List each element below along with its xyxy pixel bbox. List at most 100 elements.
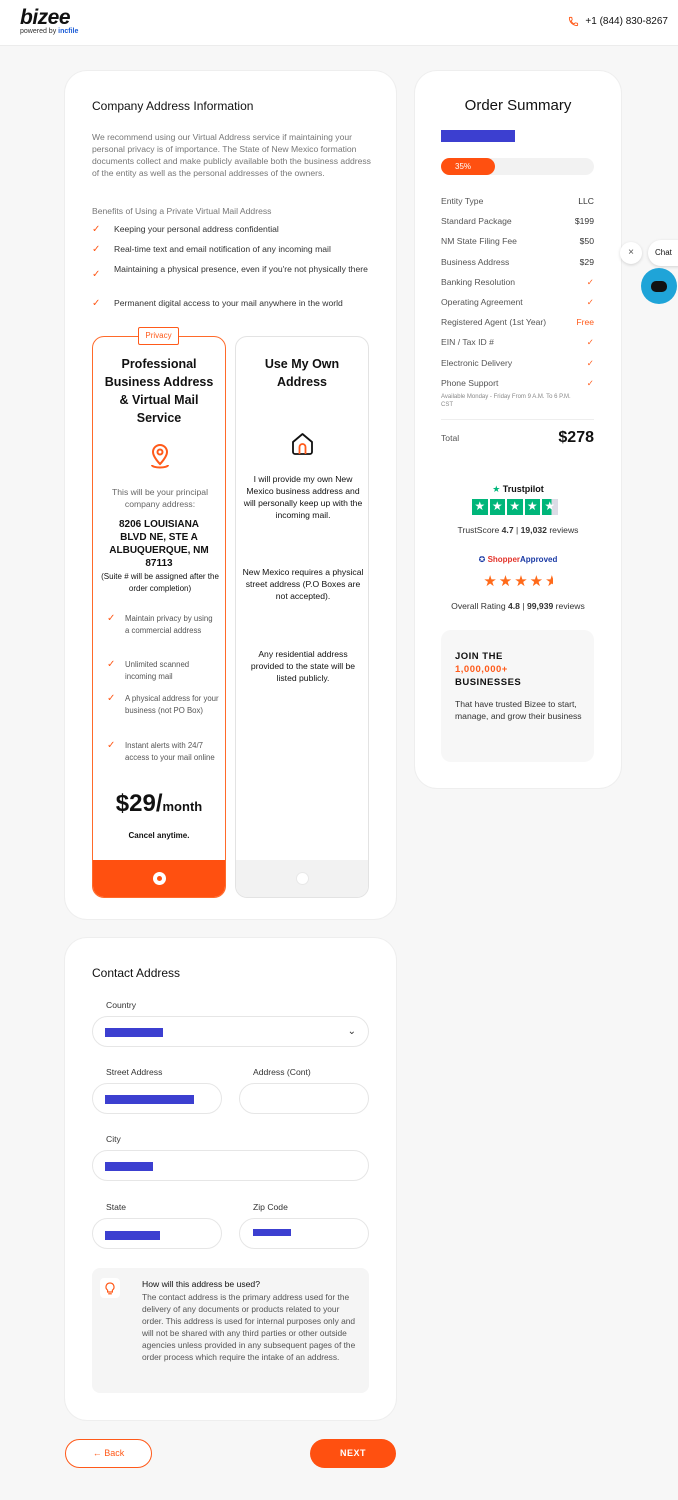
privacy-badge: Privacy — [138, 327, 179, 345]
own-radio[interactable] — [296, 872, 309, 885]
own-address-desc-1: I will provide my own New Mexico busines… — [243, 474, 363, 520]
professional-option-title: Professional Business Address & Virtual … — [104, 357, 214, 425]
own-option-footer[interactable] — [236, 860, 368, 897]
reviews-word: reviews — [549, 525, 579, 535]
benefit-item: ✓ Permanent digital access to your mail a… — [92, 298, 372, 309]
address-cont-input[interactable] — [239, 1083, 369, 1114]
summary-row-label: Business Address — [441, 256, 510, 267]
chevron-down-icon: ⌄ — [347, 1026, 356, 1037]
city-label: City — [106, 1134, 121, 1144]
zip-code-input[interactable] — [239, 1218, 369, 1249]
price-amount: $29/ — [115, 790, 163, 817]
next-button[interactable]: NEXT — [310, 1439, 396, 1468]
check-icon: ✓ — [107, 659, 116, 670]
summary-row-value: $199 — [574, 216, 594, 227]
logo-sub-prefix: powered by — [20, 28, 57, 35]
shopper-approved-logo[interactable]: ✪ ShopperApproved — [415, 555, 621, 564]
overall-rating-text: Overall Rating — [451, 601, 506, 611]
company-address-card: Company Address Information We recommend… — [65, 71, 396, 919]
benefit-item: ✓ Keeping your personal address confident… — [92, 224, 372, 235]
professional-radio[interactable] — [153, 872, 166, 885]
contact-address-title: Contact Address — [92, 966, 181, 980]
progress-bar: 35% — [441, 158, 594, 175]
country-select[interactable]: ⌄ — [92, 1016, 369, 1047]
trust-reviews-count: 19,032 — [520, 525, 547, 535]
summary-row-label: Phone Support — [441, 377, 499, 388]
redacted-zip-value — [253, 1229, 291, 1236]
benefit-item: ✓ Maintaining a physical presence, even i… — [92, 264, 372, 280]
join-line-2: 1,000,000+ — [455, 664, 508, 675]
street-address-label: Street Address — [106, 1067, 163, 1077]
progress-fill: 35% — [441, 158, 495, 175]
professional-option-footer[interactable] — [93, 860, 225, 897]
summary-row: Registered Agent (1st Year) Free — [441, 317, 594, 327]
benefit-text: Maintaining a physical presence, even if… — [114, 264, 368, 274]
shopper-approved-stars: ★★★★★ — [415, 572, 621, 590]
check-icon: ✓ — [92, 244, 101, 255]
price: $29/month — [93, 790, 225, 818]
benefit-text: Permanent digital access to your mail an… — [114, 298, 343, 308]
summary-row-label: Standard Package — [441, 216, 512, 227]
chat-label[interactable]: Chat — [648, 240, 678, 266]
summary-row: Entity Type LLC — [441, 196, 594, 206]
trustpilot-logo[interactable]: ★ Trustpilot — [415, 484, 621, 495]
feature-text: Instant alerts with 24/7 access to your … — [125, 741, 215, 762]
company-address-title: Company Address Information — [92, 99, 254, 113]
hint-text: The contact address is the primary addre… — [142, 1292, 356, 1362]
address-line-1: 8206 LOUISIANA — [118, 519, 200, 530]
site-header: bizee powered by incfile +1 (844) 830-82… — [0, 0, 678, 46]
phone-link[interactable]: +1 (844) 830-8267 — [568, 16, 668, 27]
shopper-word: Shopper — [487, 555, 521, 564]
chat-launcher-button[interactable] — [641, 268, 677, 304]
redacted-state-value — [105, 1231, 160, 1240]
summary-row-label: EIN / Tax ID # — [441, 337, 494, 348]
benefits-title: Benefits of Using a Private Virtual Mail… — [92, 206, 272, 216]
redacted-entity-name — [441, 130, 515, 142]
summary-row-value: LLC — [578, 196, 594, 206]
total-value: $278 — [558, 429, 594, 446]
city-input[interactable] — [92, 1150, 369, 1181]
logo-sub-brand: incfile — [58, 28, 79, 35]
feature-item: ✓ Instant alerts with 24/7 access to your… — [107, 740, 219, 764]
country-label: Country — [106, 1000, 137, 1010]
price-unit: month — [162, 799, 203, 814]
redacted-city-value — [105, 1162, 153, 1171]
star-half-icon: ★ — [542, 499, 558, 515]
company-address-intro: We recommend using our Virtual Address s… — [92, 132, 371, 178]
home-icon — [292, 433, 313, 455]
check-icon: ✓ — [107, 613, 116, 624]
check-icon: ✓ — [92, 298, 101, 309]
own-address-option[interactable]: Use My Own Address I will provide my own… — [235, 336, 369, 898]
own-address-desc-2: New Mexico requires a physical street ad… — [242, 567, 364, 601]
star-half-icon: ★ — [545, 572, 553, 590]
summary-row-label: Operating Agreement — [441, 297, 523, 307]
feature-text: Unlimited scanned incoming mail — [125, 660, 190, 681]
logo-tagline: powered by incfile — [20, 28, 78, 36]
bizee-logo[interactable]: bizee powered by incfile — [20, 7, 78, 36]
trustpilot-stars: ★ ★ ★ ★ ★ — [472, 499, 558, 515]
star-icon: ★ — [524, 499, 540, 515]
summary-row: EIN / Tax ID # ✓ — [441, 337, 594, 348]
zip-code-label: Zip Code — [253, 1202, 288, 1212]
trust-score-text: TrustScore — [457, 525, 500, 535]
state-label: State — [106, 1202, 127, 1212]
phone-icon — [569, 16, 579, 27]
address-usage-hint: How will this address be used? The conta… — [92, 1268, 369, 1393]
check-icon: ✓ — [586, 357, 594, 368]
professional-address-option[interactable]: Professional Business Address & Virtual … — [92, 336, 226, 898]
summary-row-value: $50 — [579, 236, 594, 247]
check-icon: ✓ — [92, 269, 101, 280]
join-line-3: BUSINESSES — [455, 677, 522, 688]
back-button[interactable]: ← Back — [65, 1439, 152, 1468]
summary-row-label: Entity Type — [441, 196, 484, 206]
check-icon: ✓ — [586, 276, 594, 287]
street-address-input[interactable] — [92, 1083, 222, 1114]
reviews-word: reviews — [555, 601, 585, 611]
summary-row: Banking Resolution ✓ — [441, 277, 594, 288]
chat-close-button[interactable]: × — [620, 242, 642, 264]
feature-item: ✓ A physical address for your business (n… — [107, 693, 219, 717]
state-select[interactable] — [92, 1218, 222, 1249]
trustpilot-label: Trustpilot — [502, 484, 544, 494]
order-summary-card: Order Summary 35% Entity Type LLC Standard… — [415, 71, 621, 788]
suite-note: (Suite # will be assigned after the orde… — [101, 572, 219, 593]
